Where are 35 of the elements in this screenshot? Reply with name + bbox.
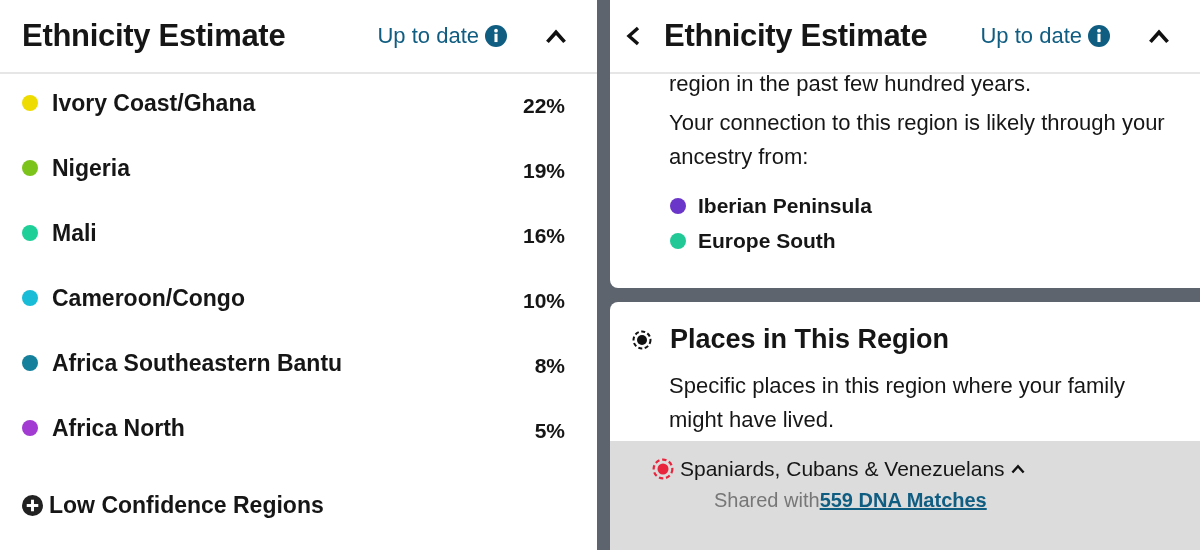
shared-label: Shared with (714, 489, 820, 511)
chevron-up-icon[interactable] (545, 28, 567, 44)
status-label: Up to date (377, 23, 479, 49)
region-name[interactable]: Cameroon/Congo (52, 285, 523, 312)
region-percent: 5% (534, 418, 565, 443)
section-description: Specific places in this region where your family might have lived. (668, 372, 1127, 434)
region-percent: 10% (522, 288, 565, 313)
region-name[interactable]: Africa North (52, 415, 535, 442)
matches-link[interactable]: 559 DNA Matches (819, 489, 987, 511)
chevron-up-icon[interactable] (1148, 28, 1170, 44)
region-name[interactable]: Nigeria (52, 155, 523, 182)
target-icon (632, 329, 652, 350)
back-icon[interactable] (626, 26, 640, 46)
region-name[interactable]: Africa Southeastern Bantu (52, 350, 535, 377)
region-percent: 8% (534, 353, 565, 378)
panel-title: Ethnicity Estimate (22, 18, 287, 54)
region-percent: 19% (522, 158, 565, 183)
region-percent: 16% (522, 223, 565, 248)
region-name[interactable]: Europe South (698, 223, 836, 258)
plus-circle-icon[interactable] (22, 495, 43, 516)
region-percent: 22% (522, 93, 565, 118)
low-confidence-link[interactable]: Low Confidence Regions (49, 492, 324, 519)
paragraph: Your connection to this region is likely through your ancestry from: (669, 109, 1166, 171)
chevron-up-icon[interactable] (1010, 464, 1025, 474)
place-name[interactable]: Spaniards, Cubans & Venezuelans (680, 457, 1005, 481)
region-name[interactable]: Ivory Coast/Ghana (52, 90, 523, 117)
panel-title: Ethnicity Estimate (664, 18, 929, 54)
info-icon[interactable] (1088, 25, 1110, 47)
region-name[interactable]: Iberian Peninsula (698, 188, 872, 223)
target-icon (652, 458, 674, 480)
paragraph: region in the past few hundred years. (669, 74, 1032, 94)
region-name[interactable]: Mali (52, 220, 523, 247)
info-icon[interactable] (485, 25, 507, 47)
section-title: Places in This Region (670, 324, 950, 355)
status-label: Up to date (980, 23, 1082, 49)
